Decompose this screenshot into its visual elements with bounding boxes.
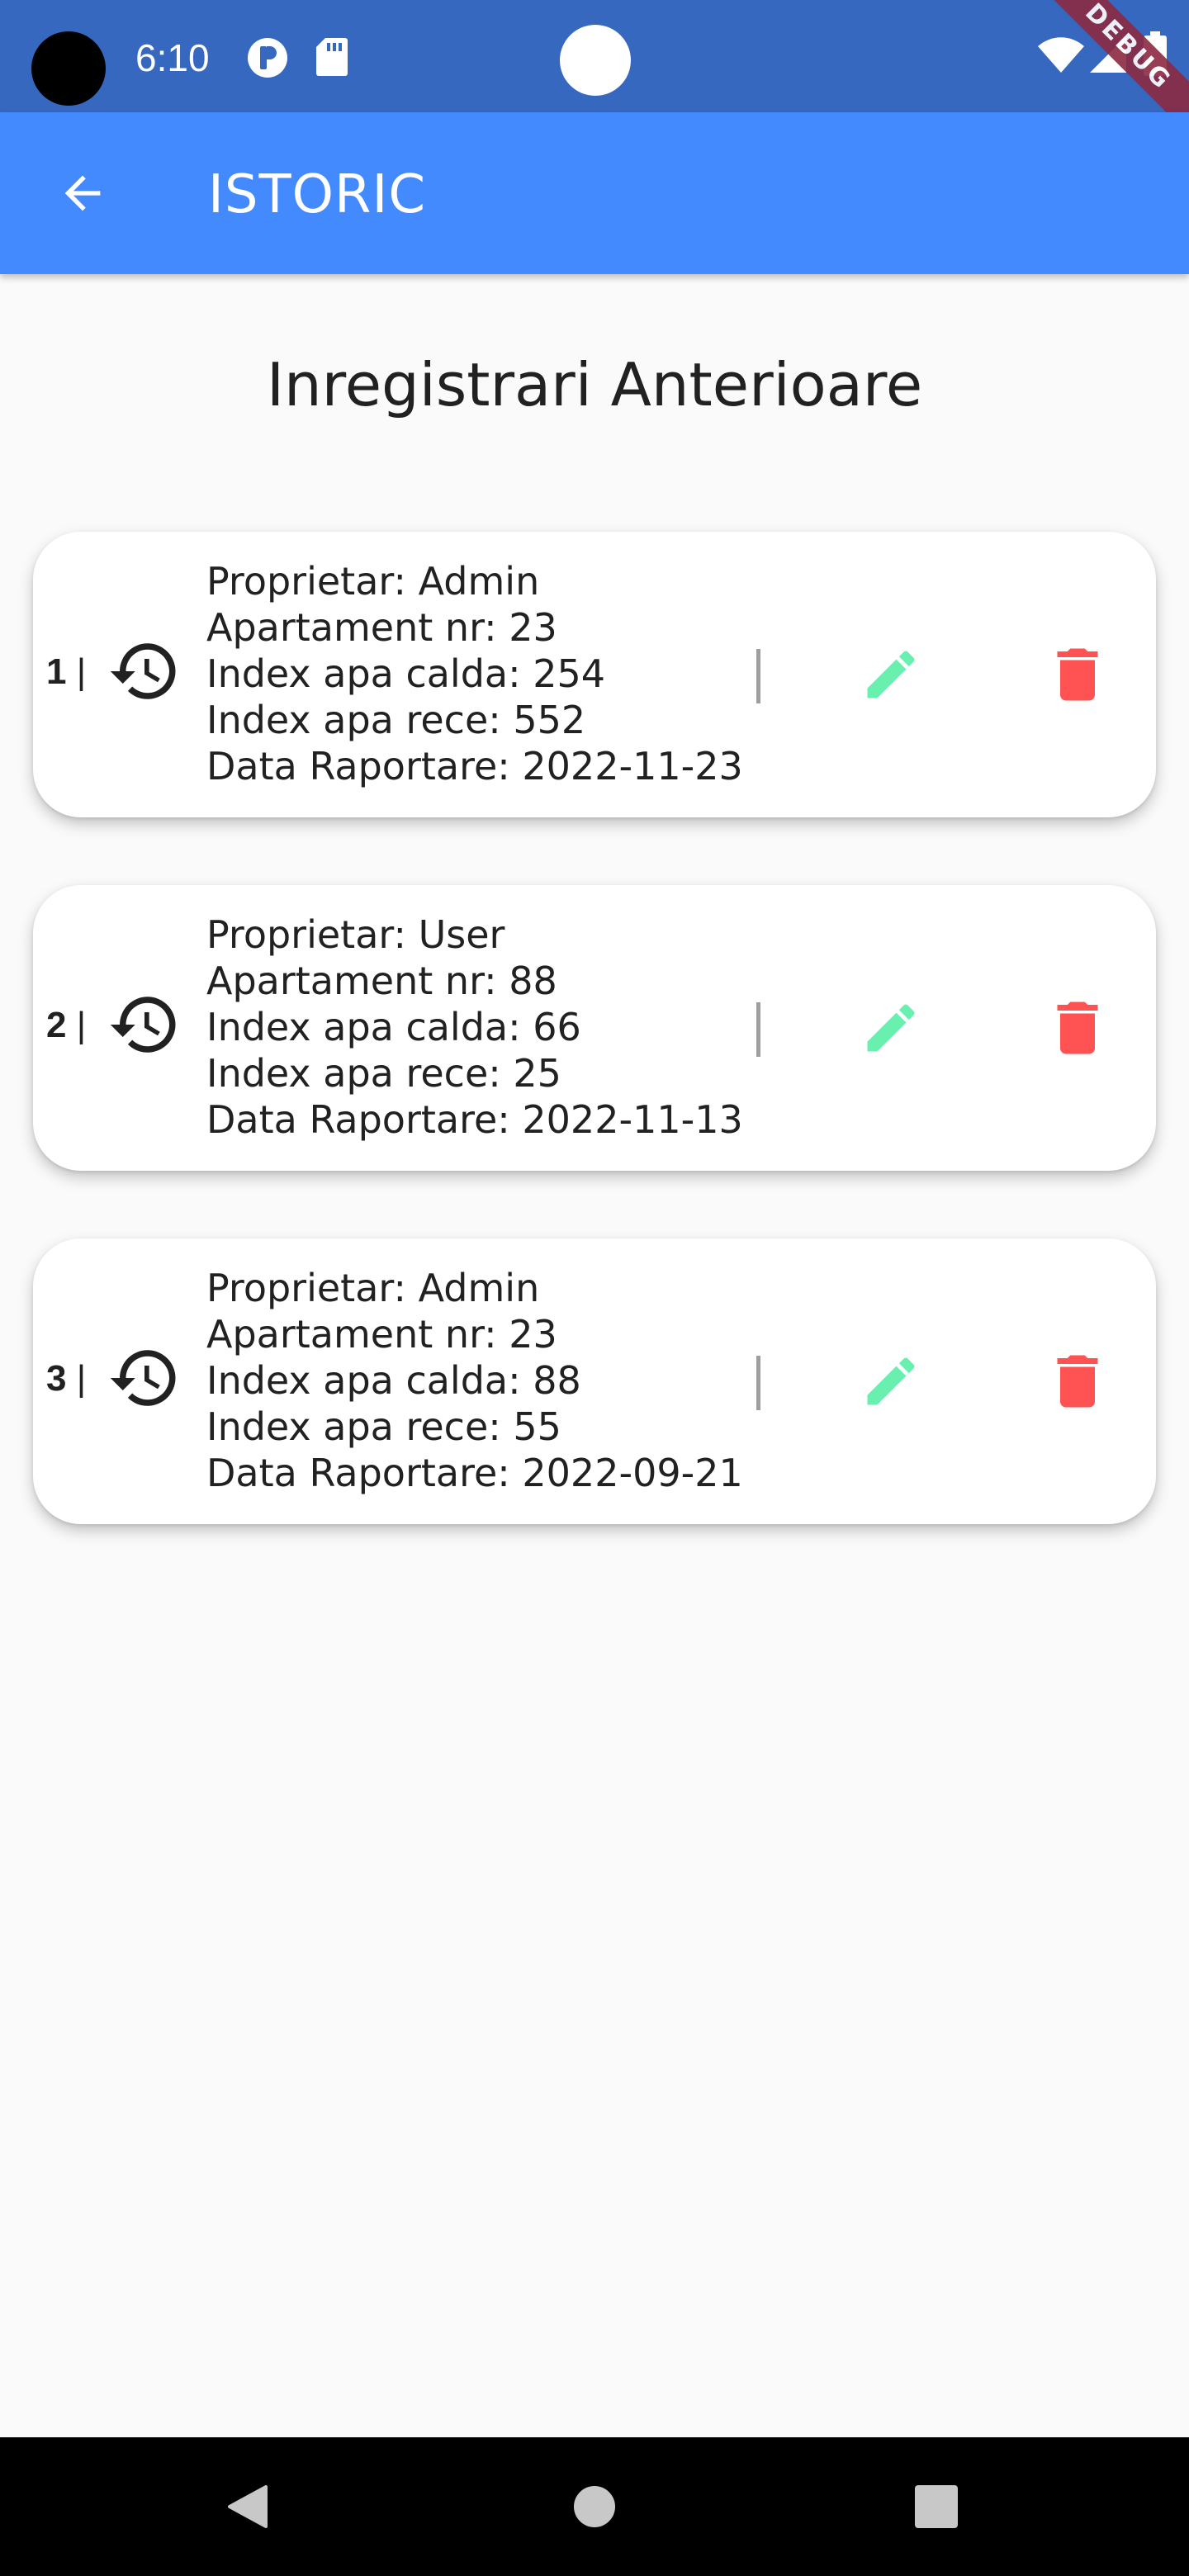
delete-icon [1057,1002,1098,1054]
record-hot-water: Index apa calda: 88 [206,1358,581,1403]
record-cold-water: Index apa rece: 55 [206,1404,561,1449]
record-owner: Proprietar: Admin [206,1266,540,1310]
record-owner: Proprietar: Admin [206,559,540,604]
history-icon [110,1350,176,1406]
nav-recents-button[interactable] [885,2455,988,2558]
record-report-date: Data Raportare: 2022-09-21 [206,1451,743,1495]
app-bar: ISTORIC [0,112,1189,274]
record-card: 3 | Proprietar: Admin Apartament nr: 23 … [33,1238,1156,1524]
back-button[interactable] [43,154,122,233]
status-center-indicator [560,25,631,96]
record-details: Proprietar: Admin Apartament nr: 23 Inde… [206,558,743,789]
record-report-date: Data Raportare: 2022-11-13 [206,1097,743,1142]
delete-icon [1057,648,1098,701]
record-hot-water: Index apa calda: 254 [206,651,606,696]
record-separator: | [76,651,87,692]
delete-icon [1057,1355,1098,1408]
record-owner: Proprietar: User [206,912,505,957]
record-report-date: Data Raportare: 2022-11-23 [206,744,743,788]
arrow-back-icon [64,175,101,211]
nav-home-button[interactable] [543,2455,646,2558]
status-time: 6:10 [135,36,210,79]
record-number: 1 [46,651,67,692]
edit-button[interactable] [846,629,936,720]
record-details: Proprietar: Admin Apartament nr: 23 Inde… [206,1265,743,1496]
divider [756,649,760,703]
edit-icon [867,1004,915,1052]
edit-button[interactable] [846,1336,936,1427]
edit-button[interactable] [846,983,936,1073]
record-card: 2 | Proprietar: User Apartament nr: 88 I… [33,885,1156,1171]
record-index: 1 | [46,647,86,697]
record-number: 3 [46,1358,67,1399]
record-cold-water: Index apa rece: 25 [206,1051,561,1096]
record-cold-water: Index apa rece: 552 [206,698,586,742]
record-number: 2 [46,1005,67,1045]
divider [756,1356,760,1410]
nav-back-button[interactable] [197,2455,299,2558]
app-title: ISTORIC [208,164,426,225]
sd-card-icon [315,36,348,81]
page-heading: Inregistrari Anterioare [266,350,923,419]
record-card: 1 | Proprietar: Admin Apartament nr: 23 … [33,532,1156,817]
delete-button[interactable] [1032,1336,1123,1427]
delete-button[interactable] [1032,629,1123,720]
record-index: 3 | [46,1354,86,1404]
camera-cutout [31,31,106,106]
wifi-icon [1037,36,1085,78]
triangle-back-icon [228,2485,268,2528]
record-apartment: Apartament nr: 23 [206,605,557,650]
history-icon [110,643,176,699]
divider [756,1002,760,1057]
record-details: Proprietar: User Apartament nr: 88 Index… [206,912,743,1143]
record-apartment: Apartament nr: 23 [206,1312,557,1357]
delete-button[interactable] [1032,983,1123,1073]
record-hot-water: Index apa calda: 66 [206,1005,581,1049]
edit-icon [867,1357,915,1405]
record-apartment: Apartament nr: 88 [206,959,557,1003]
record-separator: | [76,1358,87,1399]
square-recents-icon [915,2485,958,2528]
system-navigation-bar [0,2437,1189,2576]
record-separator: | [76,1005,87,1045]
notification-app-icon [246,36,289,83]
edit-icon [867,651,915,698]
status-bar: 6:10 [0,0,1189,112]
circle-home-icon [574,2486,615,2527]
record-index: 2 | [46,1001,86,1050]
history-icon [110,997,176,1053]
